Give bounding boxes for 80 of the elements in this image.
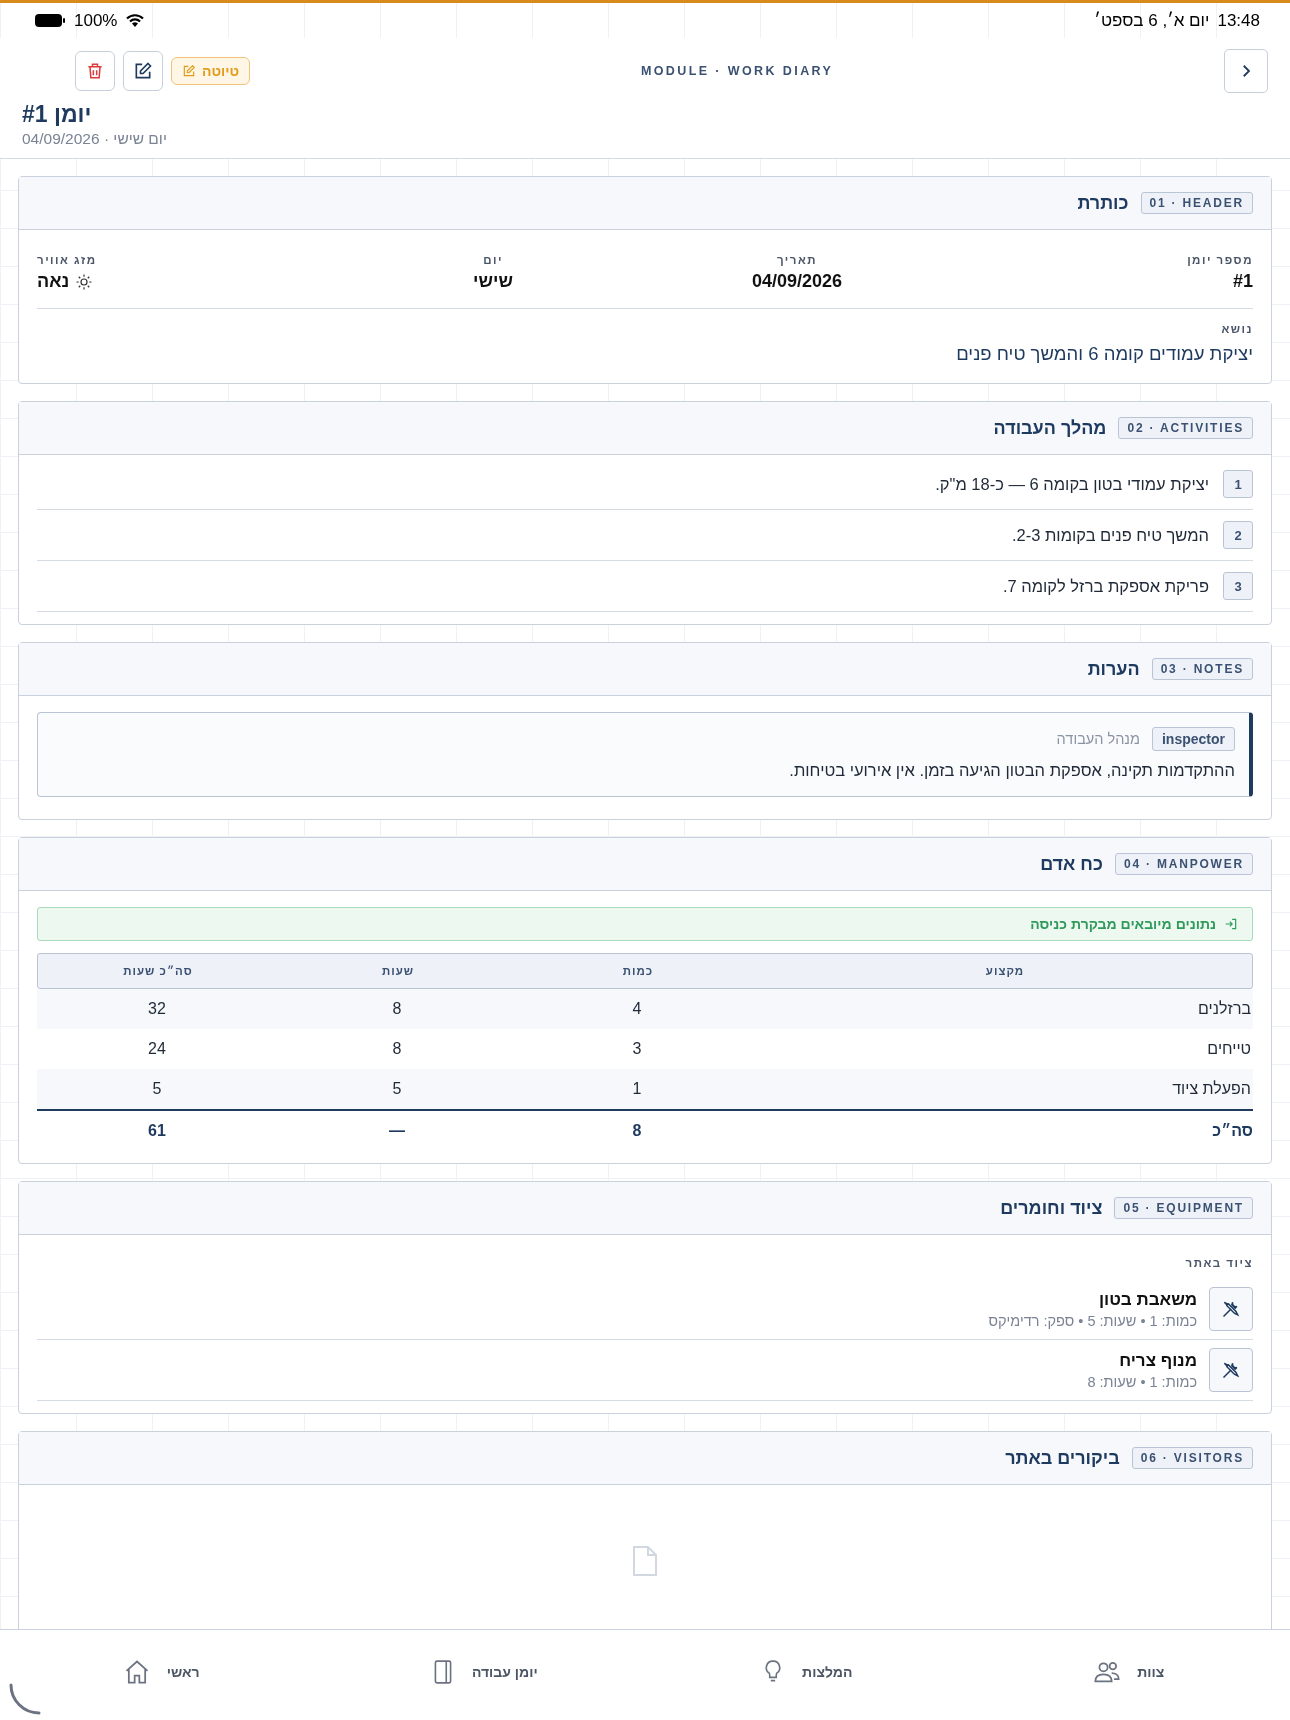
section-tag: 05 · EQUIPMENT xyxy=(1114,1197,1253,1219)
battery-icon xyxy=(34,13,66,28)
trash-icon xyxy=(85,61,105,81)
total-cell-text: סה״כ xyxy=(1211,1122,1253,1140)
banner-text: נתונים מיובאים מבקרת כניסה xyxy=(1030,916,1216,932)
table-cell-text: 32 xyxy=(147,1000,167,1018)
status-time: 13:48 xyxy=(1217,10,1260,31)
activity-number: 2 xyxy=(1223,521,1253,549)
column-header: מקצוע xyxy=(984,965,1026,977)
section-tag: 02 · ACTIVITIES xyxy=(1118,417,1253,439)
activity-text: פריקת אספקת ברזל לקומה 7. xyxy=(1002,576,1209,596)
section-title: ציוד וחומרים xyxy=(1000,1197,1103,1219)
total-cell-text: 8 xyxy=(631,1122,643,1140)
table-cell-text: ברזלנים xyxy=(1197,1000,1252,1018)
subject-value: יציקת עמודים קומה 6 והמשך טיח פנים xyxy=(955,343,1253,365)
wifi-icon xyxy=(125,13,146,28)
field-label: תאריך xyxy=(776,254,818,266)
note-text: ההתקדמות תקינה, אספקת הבטון הגיעה בזמן. אין אירועי בטיחות. xyxy=(788,761,1235,780)
diary-subtitle: יום שישי · 04/09/2026 xyxy=(22,130,167,148)
table-cell-text: טייחים xyxy=(1206,1040,1252,1058)
table-cell-text: 3 xyxy=(631,1040,643,1058)
equipment-details: כמות: 1 • שעות: 8 xyxy=(1087,1373,1197,1390)
column-header: שעות xyxy=(380,965,416,977)
section-title: ביקורים באתר xyxy=(1005,1447,1120,1469)
section-tag: 04 · MANPOWER xyxy=(1114,853,1253,875)
table-cell-text: 5 xyxy=(151,1080,163,1098)
column-header: כמות xyxy=(621,965,655,977)
field-value: 04/09/2026 xyxy=(751,271,843,292)
diary-title: יומן #1 xyxy=(22,101,92,128)
module-label: MODULE · WORK DIARY xyxy=(640,64,834,78)
section-tag: 01 · HEADER xyxy=(1140,192,1253,214)
field-label: מזג אוויר xyxy=(37,254,97,266)
delete-button[interactable] xyxy=(75,51,115,91)
activity-number: 3 xyxy=(1223,572,1253,600)
tools-icon xyxy=(1221,1360,1241,1380)
section-title: כח אדם xyxy=(1040,853,1103,875)
activity-text: יציקת עמודי בטון בקומה 6 — כ-18 מ"ק. xyxy=(935,474,1209,494)
section-title: כותרת xyxy=(1077,192,1129,214)
equipment-details: כמות: 1 • שעות: 5 • ספק: רדימיקס xyxy=(988,1312,1197,1329)
total-cell-text: 61 xyxy=(147,1122,167,1140)
nav-tab[interactable]: צוות xyxy=(967,1630,1290,1720)
field-value: שישי xyxy=(473,271,513,292)
field-value: #1 xyxy=(1231,271,1253,292)
section-tag: 03 · NOTES xyxy=(1151,658,1253,680)
nav-tab[interactable]: יומן עבודה xyxy=(322,1630,645,1720)
equipment-name: מנוף צריח xyxy=(1118,1350,1197,1371)
field-label: מספר יומן xyxy=(1186,254,1253,266)
table-cell-text: הפעלת ציוד xyxy=(1171,1080,1252,1098)
role-tag: inspector xyxy=(1152,727,1235,751)
column-header: סה״כ שעות xyxy=(122,965,194,977)
table-cell-text: 5 xyxy=(391,1080,403,1098)
nav-tab[interactable]: ראשי xyxy=(0,1630,323,1720)
spinner-icon xyxy=(8,1682,42,1716)
tools-icon xyxy=(1221,1299,1241,1319)
section-title: מהלך העבודה xyxy=(993,417,1107,439)
field-label: יום xyxy=(483,254,503,266)
section-tag: 06 · VISITORS xyxy=(1131,1447,1253,1469)
activity-text: המשך טיח פנים בקומות 2-3. xyxy=(1011,525,1209,545)
table-cell-text: 4 xyxy=(631,1000,643,1018)
note-author: מנהל העבודה xyxy=(1056,731,1140,747)
activity-number: 1 xyxy=(1223,470,1253,498)
total-cell-text: — xyxy=(388,1122,406,1140)
sun-icon xyxy=(75,272,94,291)
weather-value: נאה xyxy=(37,271,94,292)
subheading: ציוד באתר xyxy=(1184,1257,1253,1269)
table-cell-text: 1 xyxy=(631,1080,643,1098)
table-cell-text: 8 xyxy=(391,1000,403,1018)
edit-button[interactable] xyxy=(123,51,163,91)
nav-tab[interactable]: המלצות xyxy=(645,1630,968,1720)
status-date: יום א׳, 6 בספט׳ xyxy=(1094,10,1210,31)
import-icon xyxy=(1224,917,1238,931)
field-label: נושא xyxy=(1220,323,1253,335)
edit-icon xyxy=(182,64,196,78)
section-title: הערות xyxy=(1087,658,1140,680)
table-cell-text: 24 xyxy=(147,1040,167,1058)
edit-icon xyxy=(133,61,153,81)
equipment-name: משאבת בטון xyxy=(1097,1289,1197,1310)
table-cell-text: 8 xyxy=(391,1040,403,1058)
battery-percent: 100% xyxy=(74,10,118,31)
file-icon xyxy=(632,1545,658,1577)
